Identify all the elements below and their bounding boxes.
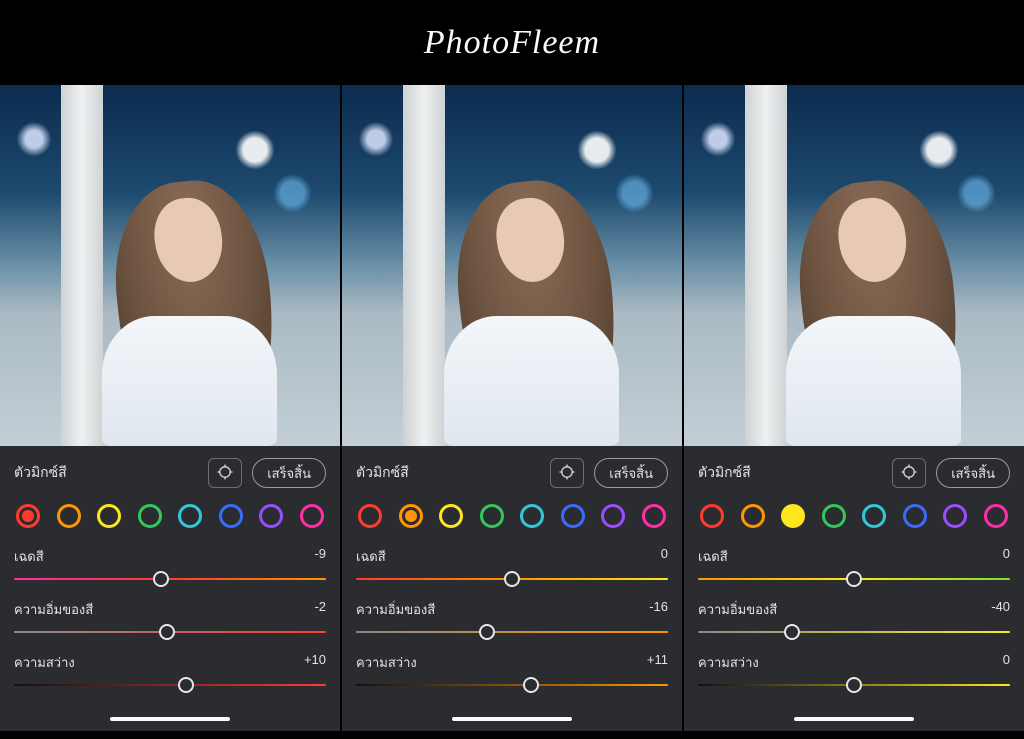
editor-panel: ตัวมิกซ์สี เสร็จสิ้นเฉดสี -9 ความอิ่มของสี -…	[0, 85, 340, 731]
color-swatch-red[interactable]	[358, 504, 382, 528]
color-swatch-row	[14, 500, 326, 534]
photo-preview	[684, 85, 1024, 446]
color-swatch-red[interactable]	[16, 504, 40, 528]
slider-value: +10	[304, 652, 326, 673]
color-swatch-green[interactable]	[822, 504, 846, 528]
target-adjust-button[interactable]	[892, 458, 926, 488]
color-swatch-purple[interactable]	[943, 504, 967, 528]
slider-track[interactable]	[698, 677, 1010, 693]
panel-title: ตัวมิกซ์สี	[14, 462, 67, 484]
color-swatch-blue[interactable]	[219, 504, 243, 528]
panel-title: ตัวมิกซ์สี	[698, 462, 751, 484]
target-icon	[900, 463, 918, 484]
slider-value: -2	[314, 599, 326, 620]
color-swatch-magenta[interactable]	[642, 504, 666, 528]
slider-label: ความอิ่มของสี	[698, 599, 777, 620]
color-swatch-purple[interactable]	[601, 504, 625, 528]
slider-thumb[interactable]	[153, 571, 169, 587]
slider-thumb[interactable]	[479, 624, 495, 640]
panel-title: ตัวมิกซ์สี	[356, 462, 409, 484]
photo-preview	[0, 85, 340, 446]
slider-row: เฉดสี -9	[14, 546, 326, 587]
slider-row: ความอิ่มของสี -2	[14, 599, 326, 640]
color-swatch-magenta[interactable]	[300, 504, 324, 528]
slider-track[interactable]	[356, 624, 668, 640]
slider-value: -9	[314, 546, 326, 567]
color-swatch-yellow[interactable]	[781, 504, 805, 528]
color-swatch-orange[interactable]	[399, 504, 423, 528]
slider-thumb[interactable]	[846, 571, 862, 587]
slider-row: เฉดสี 0	[356, 546, 668, 587]
color-swatch-blue[interactable]	[903, 504, 927, 528]
color-swatch-red[interactable]	[700, 504, 724, 528]
color-swatch-blue[interactable]	[561, 504, 585, 528]
color-swatch-aqua[interactable]	[520, 504, 544, 528]
slider-track[interactable]	[698, 571, 1010, 587]
slider-thumb[interactable]	[846, 677, 862, 693]
photo-preview	[342, 85, 682, 446]
slider-label: เฉดสี	[356, 546, 386, 567]
slider-thumb[interactable]	[784, 624, 800, 640]
slider-value: -16	[649, 599, 668, 620]
controls-area: ตัวมิกซ์สี เสร็จสิ้นเฉดสี 0 ความอิ่มของสี -1…	[342, 446, 682, 731]
color-swatch-purple[interactable]	[259, 504, 283, 528]
slider-track[interactable]	[14, 677, 326, 693]
home-indicator	[110, 717, 230, 721]
done-button[interactable]: เสร็จสิ้น	[252, 458, 326, 488]
slider-row: ความอิ่มของสี -16	[356, 599, 668, 640]
color-swatch-orange[interactable]	[57, 504, 81, 528]
slider-row: ความสว่าง 0	[698, 652, 1010, 693]
color-swatch-orange[interactable]	[741, 504, 765, 528]
editor-panel: ตัวมิกซ์สี เสร็จสิ้นเฉดสี 0 ความอิ่มของสี -1…	[342, 85, 682, 731]
home-indicator	[794, 717, 914, 721]
color-swatch-magenta[interactable]	[984, 504, 1008, 528]
target-icon	[558, 463, 576, 484]
color-swatch-aqua[interactable]	[862, 504, 886, 528]
slider-label: ความสว่าง	[698, 652, 759, 673]
target-icon	[216, 463, 234, 484]
slider-track[interactable]	[14, 624, 326, 640]
color-swatch-aqua[interactable]	[178, 504, 202, 528]
slider-value: -40	[991, 599, 1010, 620]
slider-track[interactable]	[356, 571, 668, 587]
controls-area: ตัวมิกซ์สี เสร็จสิ้นเฉดสี -9 ความอิ่มของสี -…	[0, 446, 340, 731]
done-button[interactable]: เสร็จสิ้น	[936, 458, 1010, 488]
slider-row: ความสว่าง +10	[14, 652, 326, 693]
home-indicator	[452, 717, 572, 721]
slider-label: ความอิ่มของสี	[356, 599, 435, 620]
slider-label: ความอิ่มของสี	[14, 599, 93, 620]
slider-value: 0	[1003, 546, 1010, 567]
slider-label: ความสว่าง	[14, 652, 75, 673]
slider-track[interactable]	[14, 571, 326, 587]
color-swatch-green[interactable]	[138, 504, 162, 528]
slider-label: ความสว่าง	[356, 652, 417, 673]
controls-area: ตัวมิกซ์สี เสร็จสิ้นเฉดสี 0 ความอิ่มของสี -4…	[684, 446, 1024, 731]
slider-value: +11	[647, 652, 668, 673]
color-swatch-yellow[interactable]	[97, 504, 121, 528]
target-adjust-button[interactable]	[550, 458, 584, 488]
target-adjust-button[interactable]	[208, 458, 242, 488]
slider-row: ความอิ่มของสี -40	[698, 599, 1010, 640]
slider-track[interactable]	[698, 624, 1010, 640]
slider-row: เฉดสี 0	[698, 546, 1010, 587]
editor-panel: ตัวมิกซ์สี เสร็จสิ้นเฉดสี 0 ความอิ่มของสี -4…	[684, 85, 1024, 731]
slider-value: 0	[1003, 652, 1010, 673]
color-swatch-green[interactable]	[480, 504, 504, 528]
slider-label: เฉดสี	[698, 546, 728, 567]
color-swatch-yellow[interactable]	[439, 504, 463, 528]
slider-row: ความสว่าง +11	[356, 652, 668, 693]
done-button[interactable]: เสร็จสิ้น	[594, 458, 668, 488]
slider-thumb[interactable]	[523, 677, 539, 693]
slider-thumb[interactable]	[178, 677, 194, 693]
brand-logo: PhotoFleem	[0, 0, 1024, 85]
slider-track[interactable]	[356, 677, 668, 693]
color-swatch-row	[698, 500, 1010, 534]
slider-value: 0	[661, 546, 668, 567]
slider-label: เฉดสี	[14, 546, 44, 567]
color-swatch-row	[356, 500, 668, 534]
slider-thumb[interactable]	[504, 571, 520, 587]
slider-thumb[interactable]	[159, 624, 175, 640]
